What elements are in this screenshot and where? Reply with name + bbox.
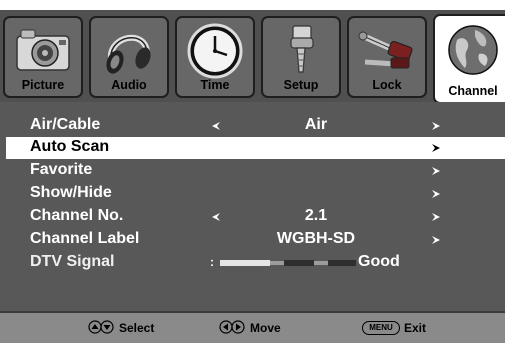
menu-item-label: DTV Signal xyxy=(30,253,115,270)
arrow-right-icon[interactable] xyxy=(430,234,442,246)
menu-item-auto-scan[interactable]: Auto Scan xyxy=(6,137,505,159)
arrow-right-icon[interactable] xyxy=(430,211,442,223)
headphones-icon xyxy=(106,34,151,74)
menu-item-label: Auto Scan xyxy=(30,138,110,155)
signal-quality-text: Good xyxy=(358,253,400,270)
tab-channel[interactable]: Channel xyxy=(433,14,505,104)
up-down-keys-icon xyxy=(88,320,114,334)
wrench-icon xyxy=(290,25,314,73)
footer-hints: Select Move MENU Exit xyxy=(0,311,505,343)
footer-select-label: Select xyxy=(119,321,155,335)
arrow-right-icon[interactable] xyxy=(430,142,442,154)
menu-item-show-hide[interactable]: Show/Hide xyxy=(6,183,505,205)
menu-item-value: 2.1 xyxy=(304,207,328,224)
menu-item-label: Air/Cable xyxy=(30,116,101,133)
tab-audio[interactable]: Audio xyxy=(89,16,169,98)
menu-item-value: WGBH-SD xyxy=(276,230,356,247)
menu-item-value: Air xyxy=(304,116,328,133)
tab-label: Picture xyxy=(21,78,65,92)
clock-icon xyxy=(187,23,243,79)
arrow-right-icon[interactable] xyxy=(430,165,442,177)
left-right-keys-icon xyxy=(219,320,245,334)
menu-item-air-cable[interactable]: Air/Cable Air xyxy=(6,115,505,137)
globe-icon xyxy=(448,25,498,75)
footer-exit-label: Exit xyxy=(404,321,427,335)
tab-bar: Picture Audio Time Setup Lock Channel xyxy=(0,10,505,104)
tab-picture[interactable]: Picture xyxy=(3,16,83,98)
arrow-right-icon[interactable] xyxy=(430,120,442,132)
tab-lock[interactable]: Lock xyxy=(347,16,427,98)
menu-item-favorite[interactable]: Favorite xyxy=(6,160,505,182)
signal-strength-bar xyxy=(220,260,356,266)
menu-item-label: Channel Label xyxy=(30,230,140,247)
tab-label: Setup xyxy=(283,78,319,92)
menu-item-channel-label[interactable]: Channel Label WGBH-SD xyxy=(6,229,505,251)
tab-label: Audio xyxy=(111,78,147,92)
arrow-left-icon[interactable] xyxy=(210,211,222,223)
footer-move-label: Move xyxy=(250,321,281,335)
menu-item-dtv-signal: DTV Signal : Good xyxy=(6,252,505,274)
camera-icon xyxy=(16,29,70,71)
tab-time[interactable]: Time xyxy=(175,16,255,98)
tab-label: Time xyxy=(200,78,230,92)
menu-key-icon: MENU xyxy=(362,321,400,335)
arrow-right-icon[interactable] xyxy=(430,188,442,200)
tab-setup[interactable]: Setup xyxy=(261,16,341,98)
tv-osd-menu: Picture Audio Time Setup Lock Channel Ai… xyxy=(0,0,505,343)
menu-item-channel-no[interactable]: Channel No. 2.1 xyxy=(6,206,505,228)
channel-menu: Air/Cable Air Auto Scan Favorite Show/Hi… xyxy=(0,102,505,311)
menu-item-label: Show/Hide xyxy=(30,184,112,201)
lock-tools-icon xyxy=(358,31,413,69)
signal-colon: : xyxy=(210,255,214,269)
tab-label: Lock xyxy=(372,78,402,92)
menu-item-label: Favorite xyxy=(30,161,93,178)
arrow-left-icon[interactable] xyxy=(210,120,222,132)
menu-item-label: Channel No. xyxy=(30,207,124,224)
tab-label: Channel xyxy=(448,84,498,98)
